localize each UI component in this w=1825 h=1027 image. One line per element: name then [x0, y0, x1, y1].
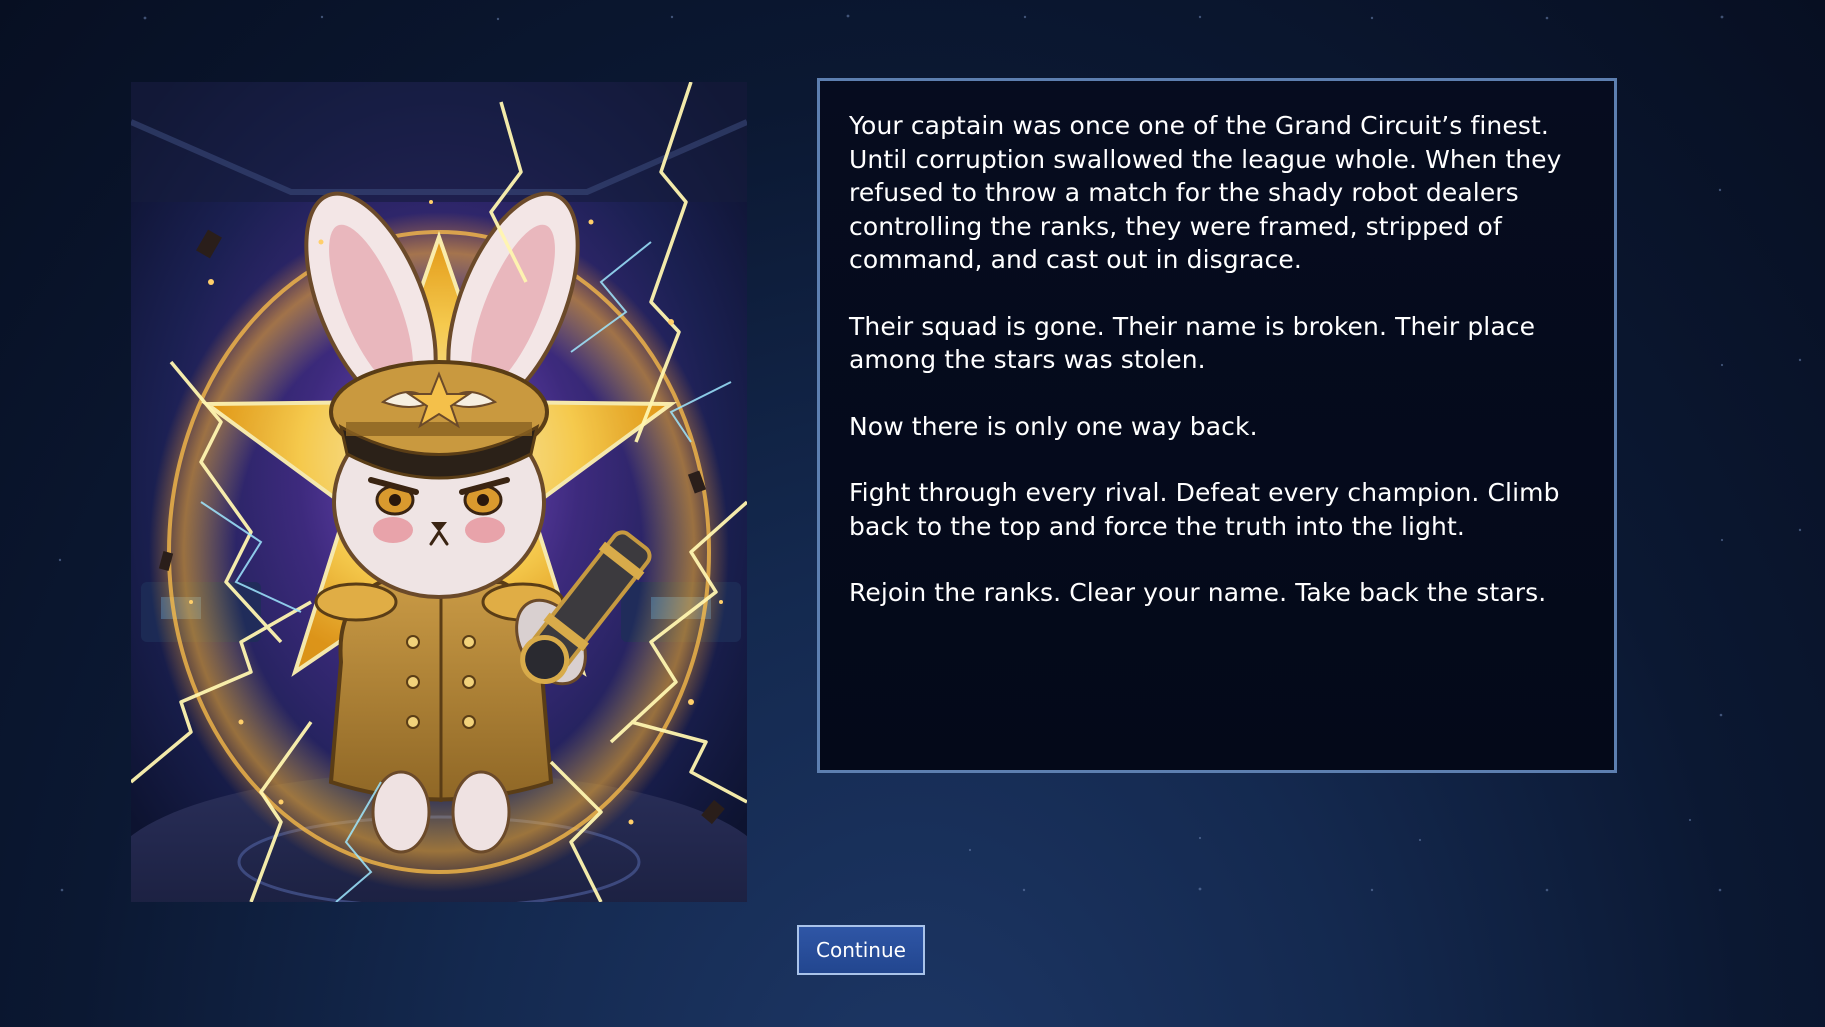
story-paragraph-5: Rejoin the ranks. Clear your name. Take … [849, 578, 1547, 607]
game-screen: Your captain was once one of the Grand C… [0, 0, 1825, 1027]
story-paragraph-1: Your captain was once one of the Grand C… [849, 111, 1562, 274]
story-text-panel: Your captain was once one of the Grand C… [817, 78, 1617, 773]
captain-portrait [131, 82, 747, 902]
story-paragraph-3: Now there is only one way back. [849, 411, 1258, 441]
story-paragraph-4: Fight through every rival. Defeat every … [849, 478, 1560, 541]
rabbit-captain-portrait-icon [131, 82, 747, 902]
story-paragraph-2: Their squad is gone. Their name is broke… [849, 311, 1536, 375]
continue-button[interactable]: Continue [797, 925, 925, 975]
